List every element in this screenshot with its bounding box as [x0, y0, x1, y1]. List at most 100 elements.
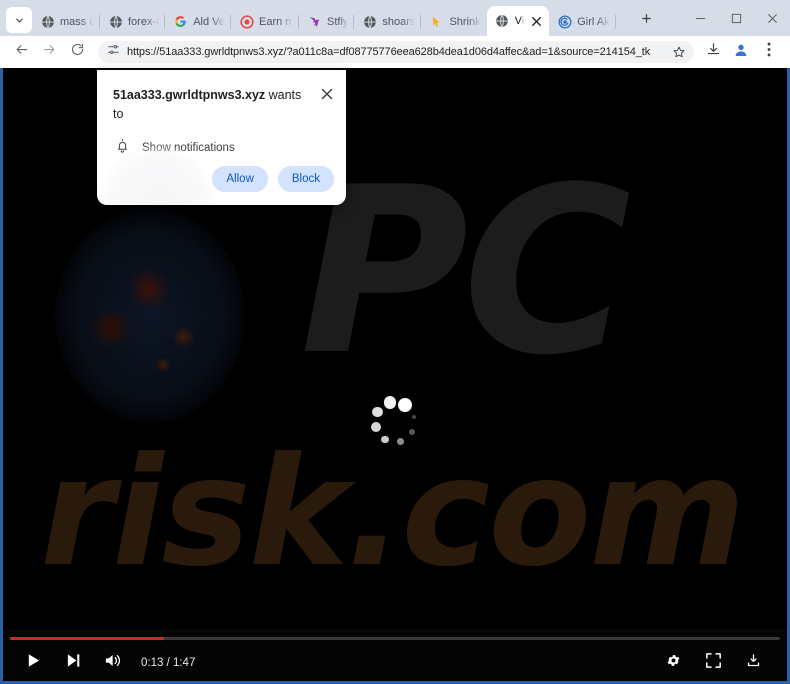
bookmark-star-icon[interactable]: [672, 45, 686, 59]
browser-tab[interactable]: Girl Ak: [549, 7, 615, 36]
download-icon: [706, 42, 721, 62]
spinner-dot: [398, 397, 412, 412]
download-icon: [746, 653, 761, 673]
browser-tab[interactable]: shoars: [353, 7, 421, 36]
background-glow-red: [128, 268, 170, 310]
browser-toolbar: https://51aa333.gwrldtpnws3.xyz/?a011c8a…: [0, 36, 790, 68]
maximize-icon: [731, 11, 742, 29]
browser-window: mass c forex-t Ald Ve Earn m Stfly shoar…: [0, 0, 790, 684]
tab-divider: [164, 15, 166, 29]
plus-icon: [640, 12, 653, 30]
video-progress-bar[interactable]: [10, 637, 780, 640]
fullscreen-button[interactable]: [693, 646, 733, 680]
spinner-dot: [396, 437, 404, 445]
tab-title: shoars: [382, 15, 416, 28]
settings-button[interactable]: [653, 646, 693, 680]
window-minimize-button[interactable]: [682, 3, 718, 36]
downloads-button[interactable]: [700, 39, 726, 65]
google-g-icon: [173, 14, 188, 29]
browser-tab[interactable]: Shrink: [420, 7, 486, 36]
tab-title: Girl Ak: [577, 15, 610, 28]
globe-dark-icon: [362, 14, 377, 29]
tab-title: Vi: [514, 15, 525, 27]
play-icon: [26, 653, 41, 673]
new-tab-button[interactable]: [634, 8, 660, 34]
background-glow-red: [88, 308, 134, 348]
tab-search-button[interactable]: [6, 7, 32, 33]
next-button[interactable]: [53, 646, 93, 680]
permission-origin: 51aa333.gwrldtpnws3.xyz: [113, 88, 266, 102]
permission-dialog-title: 51aa333.gwrldtpnws3.xyz wants to: [113, 86, 318, 124]
spinner-dot: [372, 406, 383, 418]
spinner-dot: [381, 435, 389, 444]
tab-divider: [353, 15, 355, 29]
tab-title: Stfly: [327, 15, 349, 28]
next-track-icon: [66, 653, 81, 673]
background-glow-red: [155, 358, 171, 372]
permission-dialog-actions: Allow Block: [212, 166, 334, 192]
globe-dark-icon: [40, 14, 55, 29]
browser-menu-button[interactable]: [756, 39, 782, 65]
forward-button[interactable]: [36, 39, 62, 65]
tune-site-settings-icon[interactable]: [107, 43, 120, 61]
window-close-button[interactable]: [754, 3, 790, 36]
video-time-display: 0:13 / 1:47: [141, 657, 196, 669]
red-circle-icon: [239, 14, 254, 29]
globe-dark-icon: [495, 14, 510, 29]
spinner-dot: [383, 396, 396, 409]
reload-icon: [70, 42, 85, 62]
address-bar[interactable]: https://51aa333.gwrldtpnws3.xyz/?a011c8a…: [98, 41, 694, 63]
back-arrow-icon: [14, 42, 29, 62]
back-button[interactable]: [8, 39, 34, 65]
permission-close-button[interactable]: [318, 87, 336, 105]
purple-bird-icon: [307, 14, 322, 29]
browser-tab-active[interactable]: Vi: [486, 6, 550, 36]
close-icon: [767, 11, 778, 29]
video-controls-row: 0:13 / 1:47: [3, 645, 787, 681]
video-progress-fill: [10, 637, 164, 640]
page-border-left: [0, 68, 3, 684]
bell-icon: [115, 138, 130, 158]
browser-tab[interactable]: forex-t: [99, 7, 165, 36]
globe-dark-icon: [108, 14, 123, 29]
browser-tab[interactable]: Earn m: [230, 7, 299, 36]
forward-arrow-icon: [42, 42, 57, 62]
tab-title: forex-t: [128, 15, 160, 28]
tab-divider: [298, 15, 299, 29]
block-button[interactable]: Block: [277, 166, 334, 192]
tab-strip: mass c forex-t Ald Ve Earn m Stfly shoar…: [0, 0, 682, 36]
yellow-pointer-icon: [429, 14, 444, 29]
tab-divider-wrap: [614, 7, 630, 36]
tab-close-button[interactable]: [529, 14, 543, 28]
tab-title: Earn m: [259, 15, 293, 28]
url-text[interactable]: https://51aa333.gwrldtpnws3.xyz/?a011c8a…: [127, 46, 665, 58]
blue-swirl-icon: [557, 14, 572, 29]
video-download-button[interactable]: [733, 646, 773, 680]
chevron-down-icon: [14, 15, 25, 26]
video-controls-left: 0:13 / 1:47: [3, 646, 195, 680]
three-dot-menu-icon: [767, 42, 771, 62]
profile-button[interactable]: [728, 39, 754, 65]
play-button[interactable]: [13, 646, 53, 680]
notification-permission-dialog: 51aa333.gwrldtpnws3.xyz wants to Show no…: [97, 70, 346, 205]
reload-button[interactable]: [64, 39, 90, 65]
background-glow-blue: [55, 208, 245, 423]
minimize-icon: [695, 11, 706, 29]
browser-tab[interactable]: mass c: [32, 7, 100, 36]
watermark-text-risk: risk.com: [40, 426, 746, 600]
browser-tab[interactable]: Stfly: [298, 7, 354, 36]
allow-button[interactable]: Allow: [212, 166, 268, 192]
volume-button[interactable]: [93, 646, 133, 680]
tab-title: Shrink: [449, 15, 481, 28]
spinner-dot: [412, 414, 417, 419]
tab-title: Ald Ve: [193, 15, 225, 28]
browser-tab[interactable]: Ald Ve: [164, 7, 231, 36]
tab-title: mass c: [60, 15, 94, 28]
gear-icon: [666, 653, 681, 673]
profile-avatar-icon: [733, 42, 749, 63]
tab-divider: [99, 15, 100, 29]
spinner-dot: [370, 422, 381, 433]
window-maximize-button[interactable]: [718, 3, 754, 36]
tab-strip-bar: mass c forex-t Ald Ve Earn m Stfly shoar…: [0, 0, 790, 36]
volume-icon: [105, 653, 122, 673]
